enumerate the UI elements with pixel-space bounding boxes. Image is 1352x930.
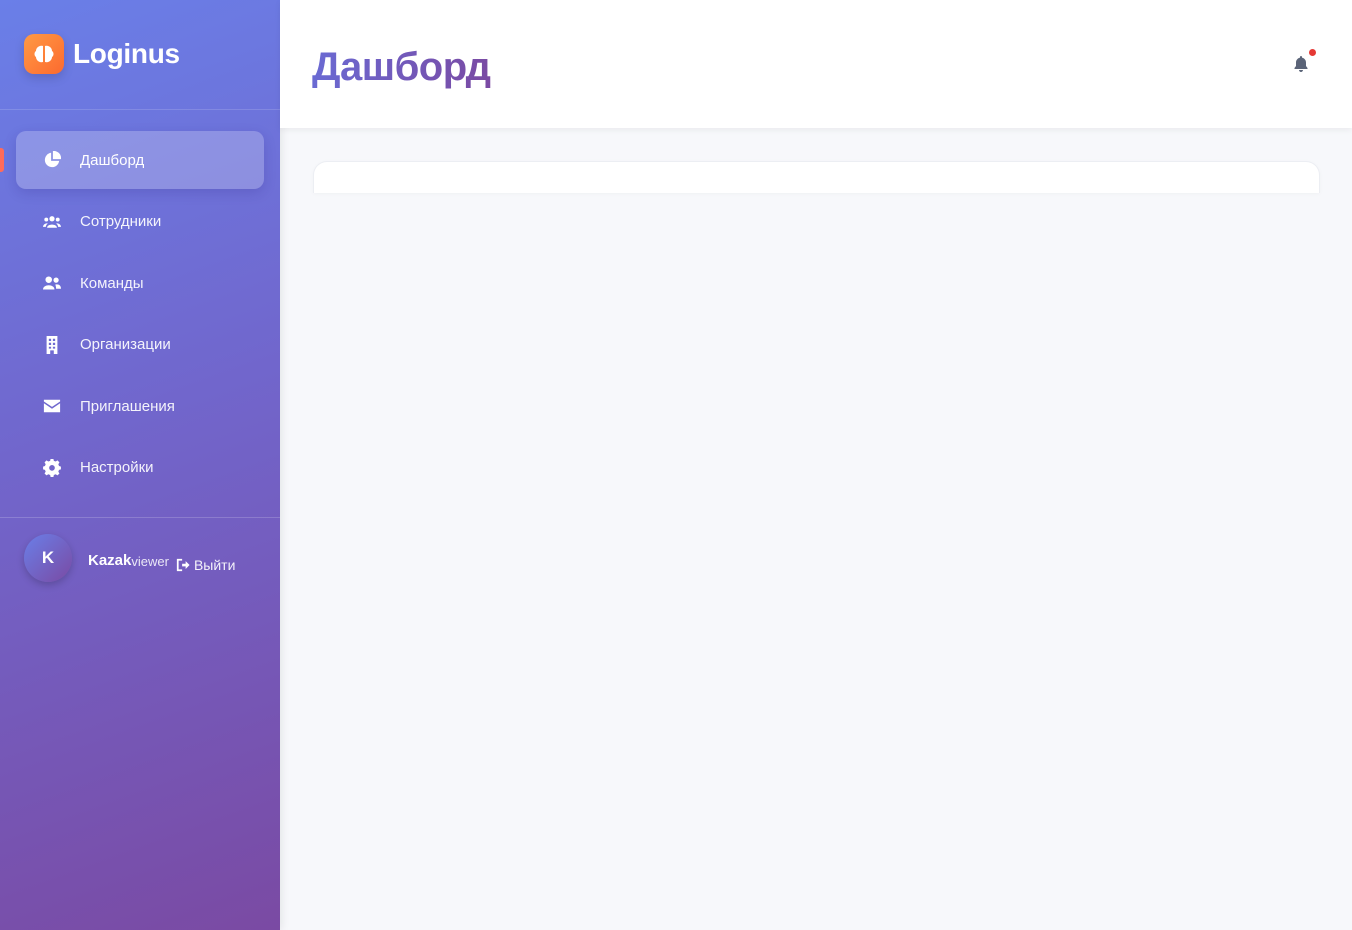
page-title: Дашборд [312,44,491,89]
sidebar-item-dashboard[interactable]: Дашборд [16,131,264,189]
brain-icon [24,33,64,74]
user-role: viewer [131,553,169,569]
sidebar-nav: Дашборд Сотрудники Команды Организации П… [0,110,280,497]
sidebar-item-employees[interactable]: Сотрудники [16,193,264,251]
page-header: Дашборд [280,0,1352,128]
sidebar-item-label: Команды [80,274,144,292]
sidebar-item-invitations[interactable]: Приглашения [16,377,264,435]
sidebar-item-label: Приглашения [80,397,175,415]
logout-label: Выйти [193,557,236,573]
sidebar-item-teams[interactable]: Команды [16,254,264,312]
envelope-icon [42,396,62,416]
brand-name: Loginus [73,37,180,69]
logout-icon [176,558,190,572]
sidebar-item-label: Дашборд [80,151,145,169]
avatar[interactable]: K [24,534,72,582]
sidebar-divider [0,517,280,518]
bell-icon[interactable] [1294,56,1308,72]
user-group-icon [42,273,62,293]
sidebar-item-label: Организации [80,336,171,353]
gear-icon [42,458,62,478]
dashboard-card [313,161,1320,193]
sidebar-item-label: Сотрудники [80,213,162,230]
notification-badge [1309,49,1316,56]
building-icon [42,335,62,355]
brand[interactable]: Loginus [0,0,280,110]
users-icon [42,212,62,232]
sidebar: Loginus Дашборд Сотрудники Команды Орган… [0,0,280,930]
user-panel: K Kazak viewer Выйти [24,534,235,582]
user-name: Kazak [88,551,132,569]
sidebar-item-organizations[interactable]: Организации [16,316,264,374]
sidebar-item-settings[interactable]: Настройки [16,439,264,497]
sidebar-item-label: Настройки [80,459,154,476]
pie-chart-icon [42,150,62,170]
logout-button[interactable]: Выйти [176,557,235,573]
